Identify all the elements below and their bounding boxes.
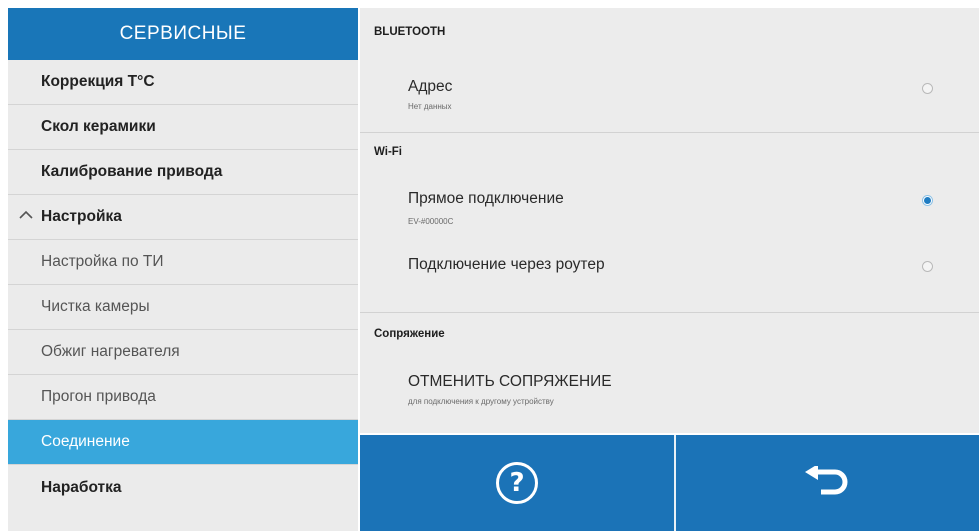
connection-settings-panel: BLUETOOTH Адрес Нет данных Wi-Fi Прямое … bbox=[360, 8, 979, 433]
sidebar: СЕРВИСНЫЕ Коррекция Т°C Скол керамики Ка… bbox=[8, 8, 358, 531]
back-button[interactable] bbox=[676, 435, 979, 531]
wifi-router-radio[interactable] bbox=[922, 261, 933, 272]
sidebar-item-label: Прогон привода bbox=[41, 388, 156, 405]
sidebar-item-label: Настройка по ТИ bbox=[41, 253, 164, 270]
sidebar-item-ceramic-chip[interactable]: Скол керамики bbox=[8, 105, 358, 150]
wifi-direct-title: Прямое подключение bbox=[408, 190, 564, 207]
bluetooth-address-value: Нет данных bbox=[408, 102, 452, 111]
sidebar-item-settings[interactable]: Настройка bbox=[8, 195, 358, 240]
sidebar-item-label: Чистка камеры bbox=[41, 298, 150, 315]
sidebar-item-label: Калибрование привода bbox=[41, 163, 223, 180]
cancel-pairing-description: для подключения к другому устройству bbox=[408, 397, 554, 406]
question-circle-icon: ? bbox=[496, 462, 538, 504]
sidebar-item-operating-time[interactable]: Наработка bbox=[8, 465, 358, 510]
sidebar-item-label: Обжиг нагревателя bbox=[41, 343, 180, 360]
sidebar-item-label: Настройка bbox=[41, 208, 122, 225]
sidebar-item-setup-by-ti[interactable]: Настройка по ТИ bbox=[8, 240, 358, 285]
sidebar-item-label: Наработка bbox=[41, 478, 122, 496]
sidebar-item-label: Коррекция Т°C bbox=[41, 73, 155, 90]
bluetooth-address-row[interactable] bbox=[360, 63, 979, 123]
sidebar-item-chamber-cleaning[interactable]: Чистка камеры bbox=[8, 285, 358, 330]
sidebar-item-heater-firing[interactable]: Обжиг нагревателя bbox=[8, 330, 358, 375]
section-header-wifi: Wi-Fi bbox=[374, 146, 402, 158]
sidebar-item-label: Скол керамики bbox=[41, 118, 156, 135]
divider bbox=[360, 132, 979, 133]
wifi-direct-radio[interactable] bbox=[922, 195, 933, 206]
section-header-bluetooth: BLUETOOTH bbox=[374, 26, 446, 38]
help-button[interactable]: ? bbox=[360, 435, 674, 531]
sidebar-item-connection[interactable]: Соединение bbox=[8, 420, 358, 465]
bluetooth-address-radio[interactable] bbox=[922, 83, 933, 94]
sidebar-item-drive-run[interactable]: Прогон привода bbox=[8, 375, 358, 420]
sidebar-item-temperature-correction[interactable]: Коррекция Т°C bbox=[8, 60, 358, 105]
sidebar-item-label: Соединение bbox=[41, 433, 130, 450]
cancel-pairing-title: ОТМЕНИТЬ СОПРЯЖЕНИЕ bbox=[408, 373, 612, 390]
sidebar-header: СЕРВИСНЫЕ bbox=[8, 8, 358, 60]
wifi-router-title: Подключение через роутер bbox=[408, 256, 605, 273]
divider bbox=[360, 312, 979, 313]
section-header-pairing: Сопряжение bbox=[374, 328, 445, 340]
chevron-up-icon bbox=[19, 210, 33, 219]
return-arrow-icon bbox=[804, 466, 847, 495]
bluetooth-address-title: Адрес bbox=[408, 78, 453, 95]
sidebar-item-drive-calibration[interactable]: Калибрование привода bbox=[8, 150, 358, 195]
wifi-direct-ssid: EV-#00000C bbox=[408, 217, 454, 226]
